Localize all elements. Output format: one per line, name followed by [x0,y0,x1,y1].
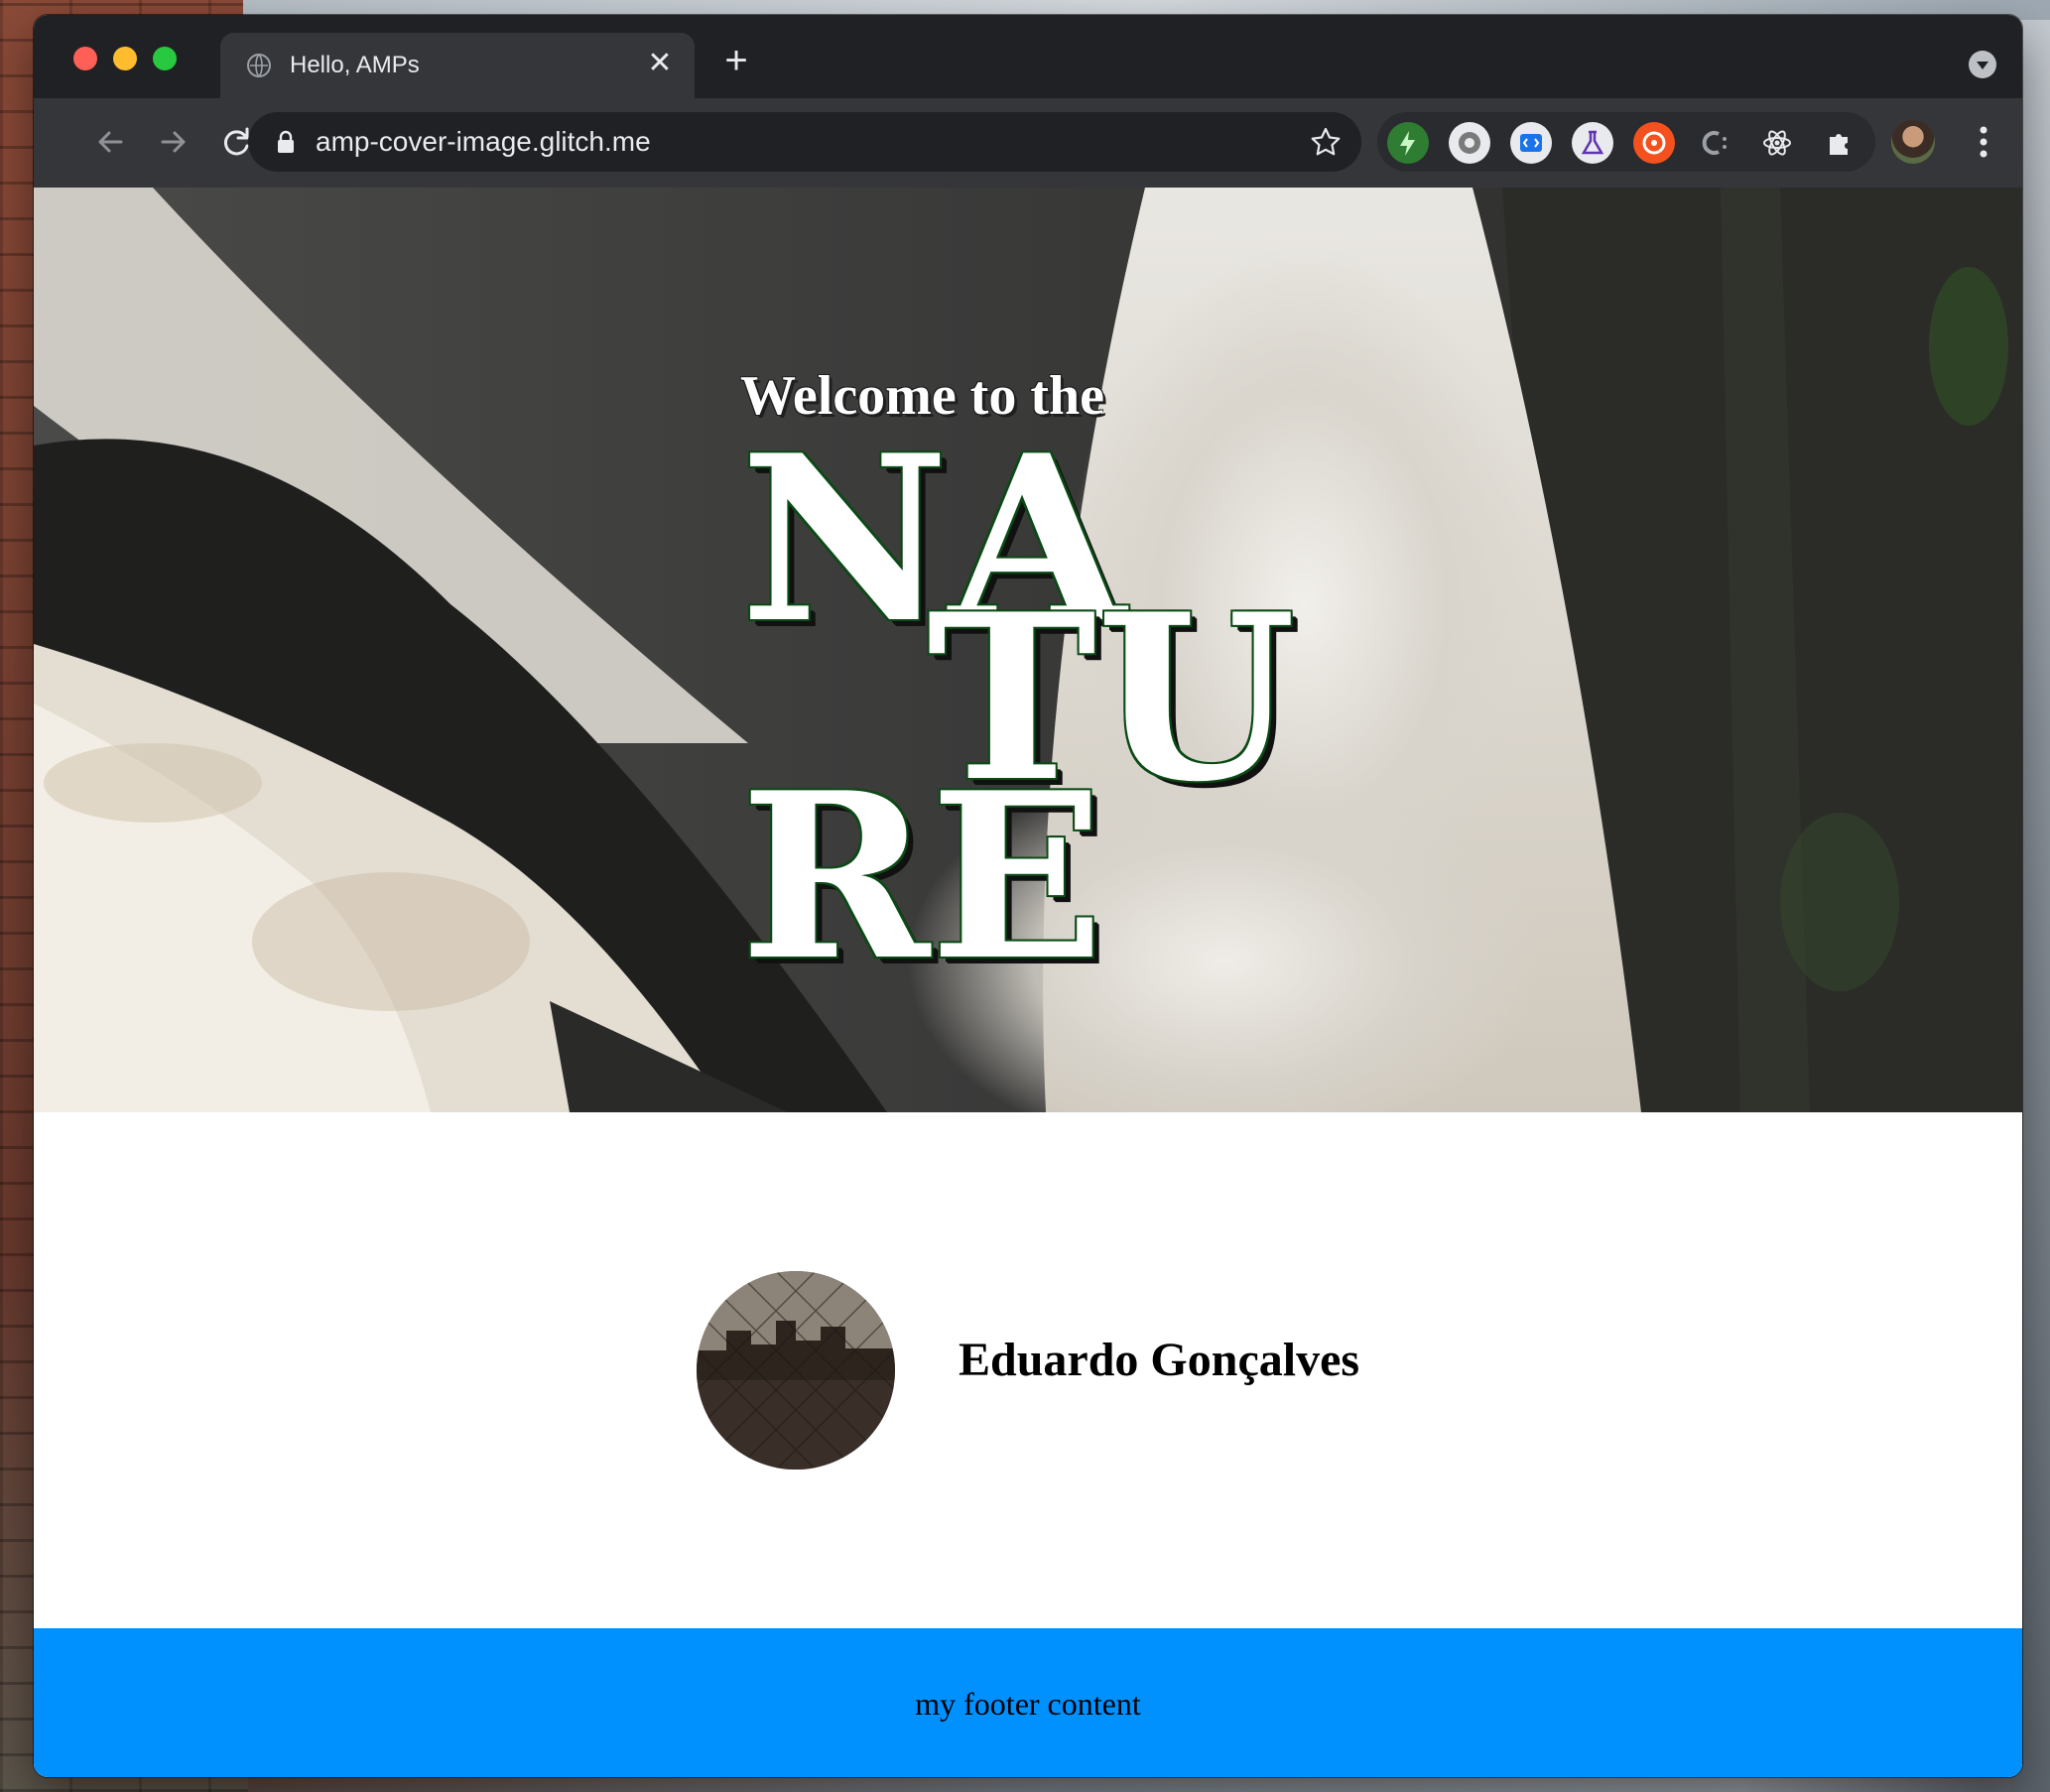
url-text: amp-cover-image.glitch.me [316,126,651,157]
forward-arrow-icon[interactable] [151,120,194,164]
close-window-button[interactable] [73,47,97,70]
extensions-bar [1377,112,1875,172]
browser-toolbar: amp-cover-image.glitch.me [34,98,2022,188]
close-tab-icon[interactable]: ✕ [643,47,677,80]
extensions-puzzle-icon[interactable] [1818,122,1859,164]
footer-text: my footer content [915,1686,1141,1722]
tab-strip: Hello, AMPs ✕ + [34,15,2022,98]
back-arrow-icon[interactable] [89,120,133,164]
extension-orange-icon[interactable] [1633,122,1675,164]
extension-flask-icon[interactable] [1572,122,1613,164]
more-menu-icon[interactable] [1979,122,1988,162]
page-footer: my footer content [34,1628,2022,1777]
extension-c-icon[interactable] [1695,122,1736,164]
author-name: Eduardo Gonçalves [959,1334,1360,1386]
extension-gear-icon[interactable] [1449,122,1490,164]
bookmark-star-icon[interactable] [1310,126,1342,158]
minimize-window-button[interactable] [113,47,137,70]
react-devtools-icon[interactable] [1756,122,1798,164]
extension-green-icon[interactable] [1387,122,1429,164]
globe-icon [247,54,271,77]
cover-image: Welcome to the NA TU RE [34,188,2022,1112]
tab-title: Hello, AMPs [290,52,420,78]
author-section: Eduardo Gonçalves [34,1112,2022,1628]
browser-tab[interactable]: Hello, AMPs ✕ [220,33,695,98]
extension-code-icon[interactable] [1510,122,1552,164]
author-avatar [697,1271,895,1470]
new-tab-button[interactable]: + [716,41,756,82]
tab-search-icon[interactable] [1969,51,1996,78]
lock-icon [278,130,294,153]
browser-window: Hello, AMPs ✕ + amp-cover-image.glitch.m… [34,15,2022,1777]
profile-avatar[interactable] [1891,120,1935,164]
hero-title-part-3: RE [740,743,1104,1011]
address-bar[interactable]: amp-cover-image.glitch.me [248,112,1361,172]
fullscreen-window-button[interactable] [153,47,177,70]
page-content: Welcome to the NA TU RE Eduardo Gonçalve… [34,188,2022,1777]
